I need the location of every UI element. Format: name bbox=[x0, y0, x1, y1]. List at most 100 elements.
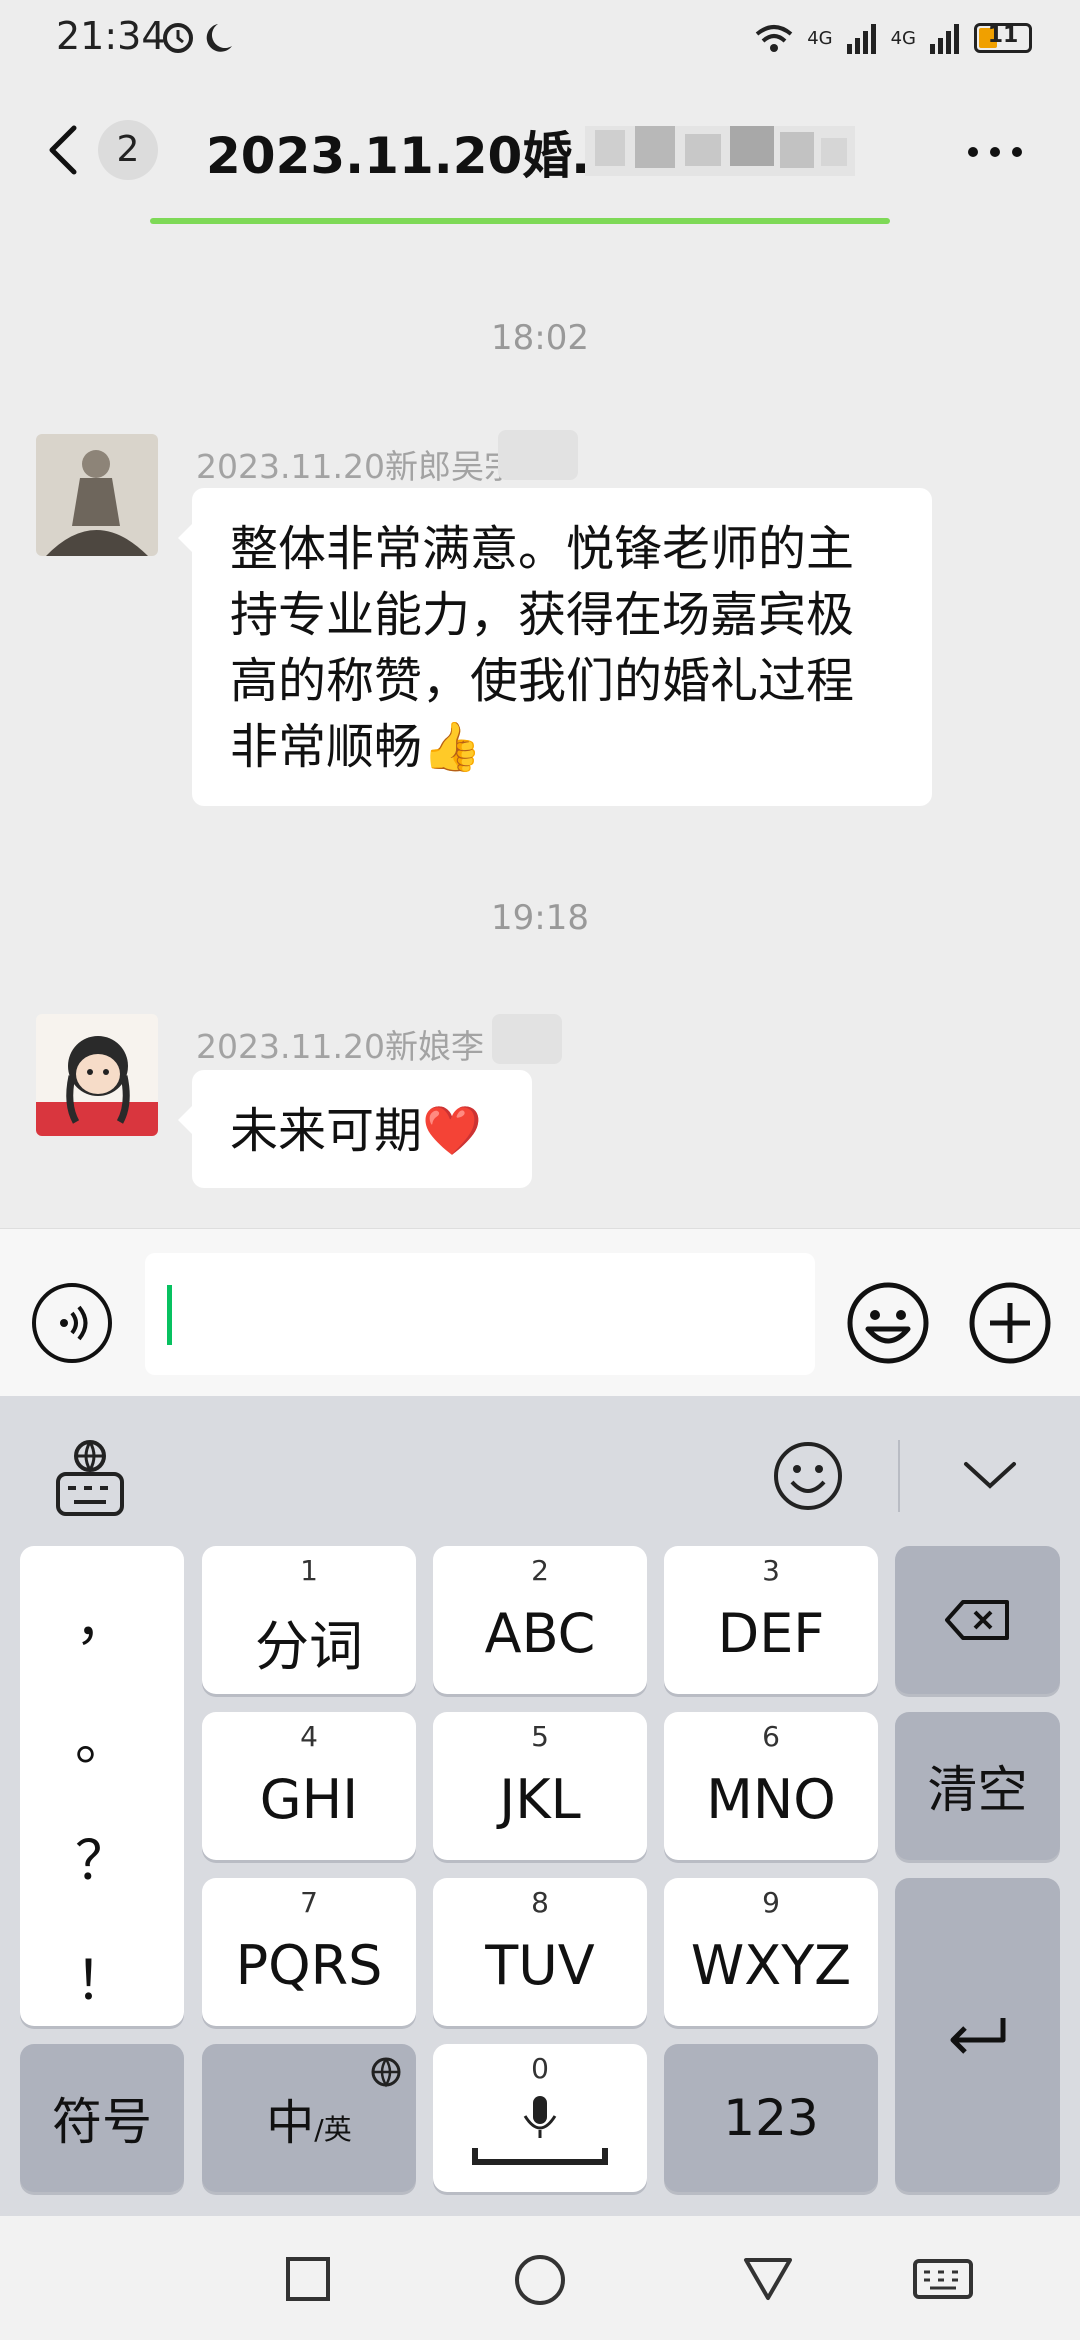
square-icon[interactable] bbox=[285, 2256, 331, 2302]
avatar-image bbox=[36, 1014, 158, 1136]
text-caret bbox=[167, 1285, 172, 1345]
key-number: 9 bbox=[762, 1886, 780, 1919]
message-line: 持专业能力，获得在场嘉宾极 bbox=[230, 587, 855, 643]
message-line: 未来可期❤️ bbox=[230, 1103, 482, 1159]
sender-name: 2023.11.20新娘李 bbox=[196, 1027, 484, 1066]
key-label: JKL bbox=[499, 1768, 581, 1831]
chat-header: 2 2023.11.20婚… bbox=[0, 72, 1080, 224]
smiley-icon[interactable] bbox=[772, 1440, 844, 1512]
voice-input-button[interactable] bbox=[32, 1283, 112, 1363]
avatar[interactable] bbox=[36, 434, 158, 556]
key-label: ABC bbox=[484, 1602, 596, 1665]
key-6[interactable]: 6 MNO bbox=[664, 1712, 878, 1860]
enter-icon bbox=[950, 2018, 1006, 2054]
punct-comma[interactable]: ， bbox=[20, 1576, 184, 1655]
key-3[interactable]: 3 DEF bbox=[664, 1546, 878, 1694]
number-key[interactable]: 123 bbox=[664, 2044, 878, 2192]
chat-title: 2023.11.20婚… bbox=[206, 127, 623, 185]
triangle-icon[interactable] bbox=[742, 2256, 794, 2302]
unread-badge[interactable]: 2 bbox=[98, 120, 158, 180]
key-1[interactable]: 1 分词 bbox=[202, 1546, 416, 1694]
key-label: MNO bbox=[706, 1768, 836, 1831]
toolbar-divider bbox=[898, 1440, 900, 1512]
globe-keyboard-icon[interactable] bbox=[54, 1438, 126, 1518]
message-line: 整体非常满意。悦锋老师的主 bbox=[230, 521, 855, 577]
punct-exclaim[interactable]: ！ bbox=[20, 1936, 184, 2015]
backspace-icon bbox=[945, 1600, 1009, 1640]
alarm-moon-icons bbox=[163, 23, 232, 53]
space-key[interactable]: 0 bbox=[433, 2044, 647, 2192]
number-label: 123 bbox=[723, 2089, 819, 2147]
punct-question[interactable]: ？ bbox=[20, 1816, 184, 1895]
globe-icon bbox=[371, 2057, 401, 2088]
key-9[interactable]: 9 WXYZ bbox=[664, 1878, 878, 2026]
key-number: 5 bbox=[531, 1720, 549, 1753]
message-bubble[interactable]: 整体非常满意。悦锋老师的主 持专业能力，获得在场嘉宾极 高的称赞，使我们的婚礼过… bbox=[178, 488, 932, 806]
keyboard-icon[interactable] bbox=[912, 2258, 974, 2300]
top-green-bar bbox=[150, 218, 890, 224]
message-line: 高的称赞，使我们的婚礼过程 bbox=[230, 653, 855, 709]
key-number: 4 bbox=[300, 1720, 318, 1753]
emoji-icon[interactable] bbox=[846, 1281, 930, 1365]
battery-level: 11 bbox=[987, 23, 1019, 48]
battery-icon: 11 bbox=[974, 23, 1032, 53]
title-blur-mosaic bbox=[585, 126, 855, 176]
chevron-down-icon[interactable] bbox=[960, 1456, 1020, 1492]
clear-label: 清空 bbox=[927, 1761, 1028, 1819]
back-chevron-icon[interactable] bbox=[40, 122, 90, 178]
sender-name: 2023.11.20新郎吴宗 bbox=[196, 447, 517, 486]
network-label-2: 4G bbox=[890, 27, 916, 49]
network-label-1: 4G bbox=[807, 27, 833, 49]
status-right: 4G 4G 11 bbox=[755, 18, 1032, 58]
plus-icon[interactable] bbox=[968, 1281, 1052, 1365]
key-4[interactable]: 4 GHI bbox=[202, 1712, 416, 1860]
key-number: 0 bbox=[531, 2052, 549, 2085]
punct-period[interactable]: 。 bbox=[20, 1696, 184, 1775]
signal-icon-2 bbox=[930, 24, 959, 54]
time-divider: 19:18 bbox=[491, 898, 589, 938]
lang-sub: /英 bbox=[314, 2113, 352, 2146]
enter-key[interactable] bbox=[895, 1878, 1060, 2192]
key-number: 7 bbox=[300, 1886, 318, 1919]
language-label: 中/英 bbox=[202, 2083, 416, 2153]
keyboard: ， 。 ？ ！ 1 分词 2 ABC 3 DEF 4 GHI 5 JKL 6 M… bbox=[0, 1396, 1080, 2216]
key-7[interactable]: 7 PQRS bbox=[202, 1878, 416, 2026]
clear-key[interactable]: 清空 bbox=[895, 1712, 1060, 1860]
lang-main: 中 bbox=[266, 2095, 315, 2151]
mic-icon bbox=[472, 2096, 608, 2165]
key-number: 6 bbox=[762, 1720, 780, 1753]
message-line: 非常顺畅👍 bbox=[230, 719, 482, 775]
voice-icon bbox=[60, 1305, 88, 1341]
key-8[interactable]: 8 TUV bbox=[433, 1878, 647, 2026]
symbol-key[interactable]: 符号 bbox=[20, 2044, 184, 2192]
avatar-image bbox=[36, 434, 158, 556]
system-nav-bar bbox=[0, 2216, 1080, 2340]
wifi-icon bbox=[755, 25, 793, 52]
key-label: WXYZ bbox=[690, 1934, 852, 1997]
punctuation-key[interactable]: ， 。 ？ ！ bbox=[20, 1546, 184, 2026]
symbol-label: 符号 bbox=[52, 2093, 152, 2151]
key-2[interactable]: 2 ABC bbox=[433, 1546, 647, 1694]
backspace-key[interactable] bbox=[895, 1546, 1060, 1694]
key-number: 3 bbox=[762, 1554, 780, 1587]
key-label: 分词 bbox=[255, 1615, 363, 1678]
language-key[interactable]: 中/英 bbox=[202, 2044, 416, 2192]
time-divider: 18:02 bbox=[491, 318, 589, 358]
key-label: PQRS bbox=[235, 1934, 383, 1997]
message-input[interactable] bbox=[145, 1253, 815, 1375]
key-label: GHI bbox=[259, 1768, 359, 1831]
input-bar bbox=[0, 1228, 1080, 1397]
status-bar: 21:34 4G 4G 11 bbox=[0, 0, 1080, 72]
key-number: 2 bbox=[531, 1554, 549, 1587]
avatar[interactable] bbox=[36, 1014, 158, 1136]
name-blur bbox=[498, 430, 578, 480]
message-bubble[interactable]: 未来可期❤️ bbox=[178, 1070, 532, 1188]
signal-icon-1 bbox=[846, 24, 876, 54]
key-label: DEF bbox=[717, 1602, 825, 1665]
key-5[interactable]: 5 JKL bbox=[433, 1712, 647, 1860]
more-dots-icon[interactable] bbox=[965, 142, 1025, 162]
circle-icon[interactable] bbox=[514, 2254, 566, 2306]
name-blur bbox=[492, 1014, 562, 1064]
key-label: TUV bbox=[485, 1934, 595, 1997]
key-number: 1 bbox=[300, 1554, 318, 1587]
